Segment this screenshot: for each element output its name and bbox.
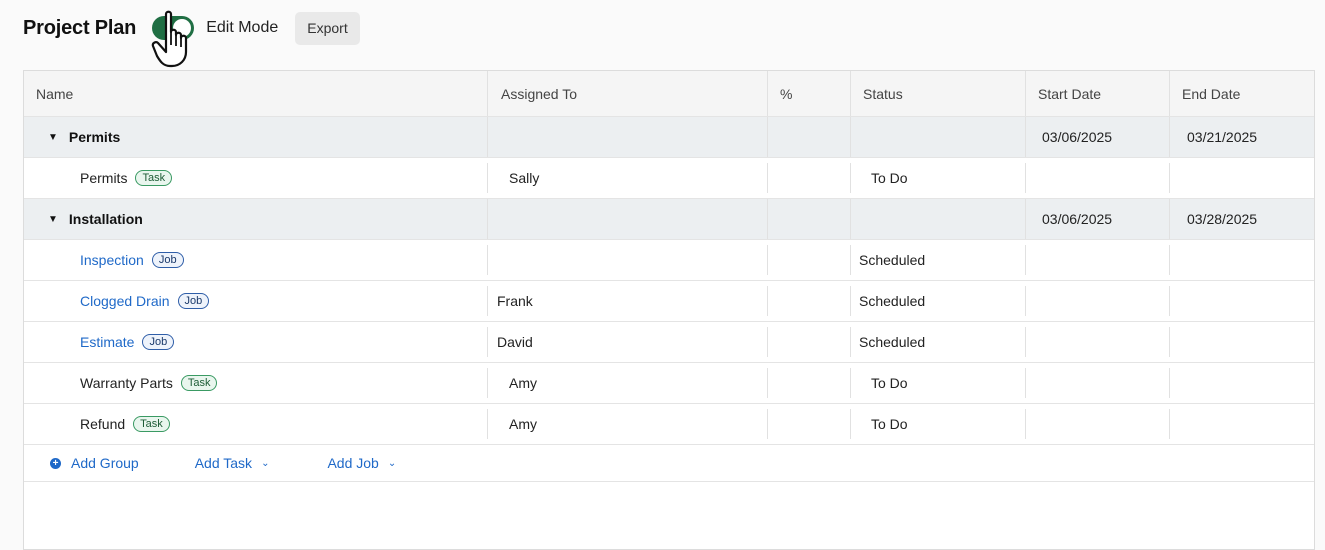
assigned-cell[interactable]: Amy (488, 404, 768, 444)
edit-mode-toggle[interactable] (152, 16, 195, 40)
percent-cell[interactable] (768, 363, 851, 403)
column-header-start-date[interactable]: Start Date (1026, 71, 1170, 116)
group-name: Permits (68, 129, 121, 145)
status-cell[interactable]: To Do (851, 363, 1026, 403)
percent-cell[interactable] (768, 240, 851, 280)
table-row[interactable]: Clogged Drain Job Frank Scheduled (24, 281, 1314, 322)
group-start-date[interactable]: 03/06/2025 (1026, 117, 1170, 157)
group-status-cell (851, 117, 1026, 157)
end-date-cell[interactable] (1170, 240, 1314, 280)
type-badge: Job (142, 334, 175, 350)
end-date-cell[interactable] (1170, 322, 1314, 362)
group-name-cell: ▼ Permits (24, 117, 488, 157)
add-task-label: Add Task (194, 455, 253, 471)
percent-cell[interactable] (768, 322, 851, 362)
type-badge: Task (180, 375, 218, 391)
plus-circle-icon: + (50, 457, 61, 469)
type-badge: Task (133, 416, 170, 432)
table-row[interactable]: Estimate Job David Scheduled (24, 322, 1314, 363)
item-name[interactable]: Permits (80, 170, 127, 186)
toggle-knob (173, 19, 192, 37)
item-name-link[interactable]: Inspection (80, 252, 144, 268)
chevron-down-icon: ⌄ (261, 457, 270, 469)
end-date-cell[interactable] (1170, 158, 1314, 198)
status-cell[interactable]: To Do (851, 158, 1026, 198)
column-header-status[interactable]: Status (851, 71, 1026, 116)
edit-mode-label: Edit Mode (206, 19, 279, 36)
start-date-cell[interactable] (1026, 281, 1170, 321)
start-date-cell[interactable] (1026, 322, 1170, 362)
group-name-cell: ▼ Installation (24, 199, 488, 239)
table-row[interactable]: Warranty Parts Task Amy To Do (24, 363, 1314, 404)
table-row[interactable]: Permits Task Sally To Do (24, 158, 1314, 199)
type-badge: Job (151, 252, 184, 268)
toolbar: Project Plan Edit Mode Export (23, 10, 360, 46)
end-date-cell[interactable] (1170, 404, 1314, 444)
column-header-assigned[interactable]: Assigned To (488, 71, 768, 116)
add-job-label: Add Job (327, 455, 379, 471)
add-task-button[interactable]: Add Task ⌄ (195, 455, 270, 471)
assigned-cell[interactable]: Sally (488, 158, 768, 198)
group-name: Installation (68, 211, 143, 227)
assigned-cell[interactable]: Frank (488, 281, 768, 321)
type-badge: Job (177, 293, 210, 309)
start-date-cell[interactable] (1026, 363, 1170, 403)
percent-cell[interactable] (768, 404, 851, 444)
status-cell[interactable]: Scheduled (851, 322, 1026, 362)
chevron-down-icon: ⌄ (387, 457, 397, 469)
table-row[interactable]: Inspection Job Scheduled (24, 240, 1314, 281)
group-row[interactable]: ▼ Installation 03/06/2025 03/28/2025 (24, 199, 1314, 240)
status-cell[interactable]: Scheduled (851, 281, 1026, 321)
item-name-link[interactable]: Estimate (80, 334, 134, 350)
item-name-cell: Estimate Job (24, 322, 488, 362)
group-percent-cell (768, 117, 851, 157)
export-button[interactable]: Export (295, 11, 360, 45)
group-end-date[interactable]: 03/21/2025 (1170, 117, 1314, 157)
group-percent-cell (768, 199, 851, 239)
item-name-cell: Refund Task (24, 404, 488, 444)
page-title: Project Plan (23, 16, 137, 39)
column-header-percent[interactable]: % (768, 71, 851, 116)
group-row[interactable]: ▼ Permits 03/06/2025 03/21/2025 (24, 117, 1314, 158)
project-plan-table: Name Assigned To % Status Start Date End… (23, 70, 1315, 550)
group-assigned-cell (488, 117, 768, 157)
percent-cell[interactable] (768, 158, 851, 198)
assigned-cell[interactable] (488, 240, 768, 280)
table-header-row: Name Assigned To % Status Start Date End… (24, 71, 1314, 117)
start-date-cell[interactable] (1026, 240, 1170, 280)
item-name-link[interactable]: Clogged Drain (80, 293, 170, 309)
add-group-button[interactable]: + Add Group (50, 455, 139, 471)
item-name[interactable]: Refund (80, 416, 125, 432)
item-name-cell: Warranty Parts Task (24, 363, 488, 403)
caret-down-icon[interactable]: ▼ (48, 132, 58, 143)
percent-cell[interactable] (768, 281, 851, 321)
start-date-cell[interactable] (1026, 404, 1170, 444)
add-actions-bar: + Add Group Add Task ⌄ Add Job ⌄ (24, 445, 1314, 482)
group-end-date[interactable]: 03/28/2025 (1170, 199, 1314, 239)
type-badge: Task (135, 170, 173, 186)
column-header-end-date[interactable]: End Date (1170, 71, 1314, 116)
table-row[interactable]: Refund Task Amy To Do (24, 404, 1314, 445)
add-job-button[interactable]: Add Job ⌄ (327, 455, 396, 471)
column-header-name[interactable]: Name (24, 71, 488, 116)
add-group-label: Add Group (71, 455, 139, 471)
start-date-cell[interactable] (1026, 158, 1170, 198)
status-cell[interactable]: Scheduled (851, 240, 1026, 280)
group-status-cell (851, 199, 1026, 239)
item-name-cell: Permits Task (24, 158, 488, 198)
status-cell[interactable]: To Do (851, 404, 1026, 444)
group-start-date[interactable]: 03/06/2025 (1026, 199, 1170, 239)
caret-down-icon[interactable]: ▼ (48, 214, 58, 225)
end-date-cell[interactable] (1170, 363, 1314, 403)
group-assigned-cell (488, 199, 768, 239)
item-name[interactable]: Warranty Parts (80, 375, 173, 391)
assigned-cell[interactable]: Amy (488, 363, 768, 403)
assigned-cell[interactable]: David (488, 322, 768, 362)
end-date-cell[interactable] (1170, 281, 1314, 321)
item-name-cell: Clogged Drain Job (24, 281, 488, 321)
item-name-cell: Inspection Job (24, 240, 488, 280)
